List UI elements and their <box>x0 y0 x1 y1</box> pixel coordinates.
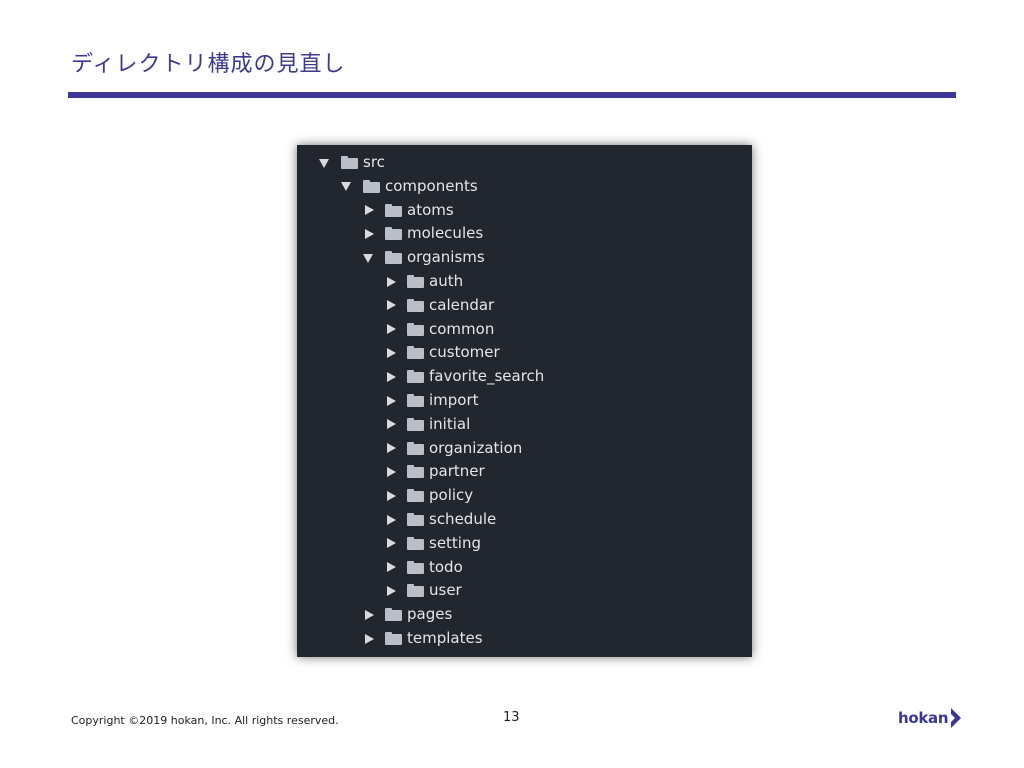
tree-item-label: templates <box>407 629 483 647</box>
tree-item-todo[interactable]: todo <box>385 556 463 579</box>
tree-item-label: favorite_search <box>429 367 545 386</box>
collapsed-arrow-icon[interactable] <box>385 297 407 313</box>
expanded-arrow-icon[interactable] <box>341 178 363 194</box>
tree-item-organization[interactable]: organization <box>385 437 522 460</box>
tree-item-label: atoms <box>407 200 454 219</box>
tree-item-policy[interactable]: policy <box>385 484 473 507</box>
folder-icon <box>407 489 424 503</box>
folder-icon <box>385 632 402 645</box>
folder-icon <box>407 370 424 384</box>
collapsed-arrow-icon[interactable] <box>385 559 407 575</box>
tree-item-label: calendar <box>429 295 495 314</box>
tree-item-label: src <box>363 153 385 171</box>
collapsed-arrow-icon[interactable] <box>363 631 385 647</box>
tree-item-atoms[interactable]: atoms <box>363 199 454 222</box>
hokan-logo: hokan <box>898 706 963 730</box>
tree-item-label: import <box>429 391 479 409</box>
tree-item-label: initial <box>429 414 471 433</box>
tree-item-user[interactable]: user <box>385 579 462 602</box>
tree-item-label: auth <box>429 272 464 290</box>
tree-item-label: organisms <box>407 248 485 267</box>
collapsed-arrow-icon[interactable] <box>363 607 385 623</box>
tree-item-label: pages <box>407 605 453 624</box>
folder-icon <box>407 536 424 550</box>
tree-item-label: policy <box>429 486 474 505</box>
folder-icon <box>363 179 380 193</box>
tree-item-molecules[interactable]: molecules <box>363 222 483 245</box>
collapsed-arrow-icon[interactable] <box>385 393 407 409</box>
folder-icon <box>341 156 358 169</box>
tree-item-auth[interactable]: auth <box>385 270 463 293</box>
collapsed-arrow-icon[interactable] <box>385 440 407 456</box>
tree-item-label: organization <box>429 438 523 457</box>
collapsed-arrow-icon[interactable] <box>385 464 407 480</box>
tree-item-customer[interactable]: customer <box>385 341 500 364</box>
collapsed-arrow-icon[interactable] <box>385 488 407 504</box>
folder-icon <box>407 465 424 479</box>
tree-item-label: todo <box>429 557 463 576</box>
collapsed-arrow-icon[interactable] <box>363 226 385 242</box>
tree-item-label: customer <box>429 343 500 362</box>
collapsed-arrow-icon[interactable] <box>385 416 407 432</box>
folder-icon <box>385 203 402 217</box>
tree-item-label: common <box>429 319 495 338</box>
folder-icon <box>385 227 402 241</box>
folder-icon <box>407 322 424 336</box>
collapsed-arrow-icon[interactable] <box>385 512 407 528</box>
copyright-notice: Copyright ©2019 hokan, Inc. All rights r… <box>71 714 339 727</box>
folder-icon <box>385 251 402 265</box>
collapsed-arrow-icon[interactable] <box>363 202 385 218</box>
folder-icon <box>407 417 424 431</box>
title-underline <box>68 92 956 98</box>
tree-item-schedule[interactable]: schedule <box>385 508 496 531</box>
directory-tree-screenshot: src components atoms molecules organisms auth… <box>297 145 752 657</box>
slide-title: ディレクトリ構成の見直し <box>71 52 346 77</box>
tree-item-pages[interactable]: pages <box>363 603 452 626</box>
tree-item-label: user <box>429 581 462 600</box>
folder-icon <box>407 394 424 407</box>
collapsed-arrow-icon[interactable] <box>385 274 407 290</box>
collapsed-arrow-icon[interactable] <box>385 321 407 337</box>
tree-item-initial[interactable]: initial <box>385 413 470 436</box>
collapsed-arrow-icon[interactable] <box>385 535 407 551</box>
tree-item-label: molecules <box>407 224 484 243</box>
logo-text: hokan <box>898 709 949 727</box>
folder-icon <box>407 584 424 598</box>
expanded-arrow-icon[interactable] <box>319 155 341 171</box>
tree-item-label: schedule <box>429 510 497 528</box>
folder-icon <box>407 298 424 312</box>
tree-item-partner[interactable]: partner <box>385 460 485 483</box>
tree-item-templates[interactable]: templates <box>363 627 483 650</box>
tree-item-calendar[interactable]: calendar <box>385 294 494 317</box>
logo-arrow-icon <box>951 708 962 728</box>
page-number: 13 <box>503 710 520 725</box>
tree-item-favorite-search[interactable]: favorite_search <box>385 365 544 388</box>
tree-item-components[interactable]: components <box>341 175 478 198</box>
tree-item-label: components <box>385 176 478 195</box>
expanded-arrow-icon[interactable] <box>363 250 385 266</box>
tree-item-setting[interactable]: setting <box>385 532 481 555</box>
collapsed-arrow-icon[interactable] <box>385 345 407 361</box>
tree-item-src[interactable]: src <box>319 151 385 174</box>
tree-item-label: setting <box>429 533 482 552</box>
collapsed-arrow-icon[interactable] <box>385 369 407 385</box>
folder-icon <box>407 513 424 526</box>
folder-icon <box>407 441 424 455</box>
tree-item-import[interactable]: import <box>385 389 479 412</box>
folder-icon <box>385 608 402 622</box>
tree-item-label: partner <box>429 462 485 481</box>
tree-item-organisms[interactable]: organisms <box>363 246 485 269</box>
collapsed-arrow-icon[interactable] <box>385 583 407 599</box>
folder-icon <box>407 275 424 288</box>
tree-item-common[interactable]: common <box>385 318 494 341</box>
folder-icon <box>407 346 424 360</box>
slide: ディレクトリ構成の見直し src components atoms molecules… <box>0 0 1024 768</box>
folder-icon <box>407 560 424 574</box>
